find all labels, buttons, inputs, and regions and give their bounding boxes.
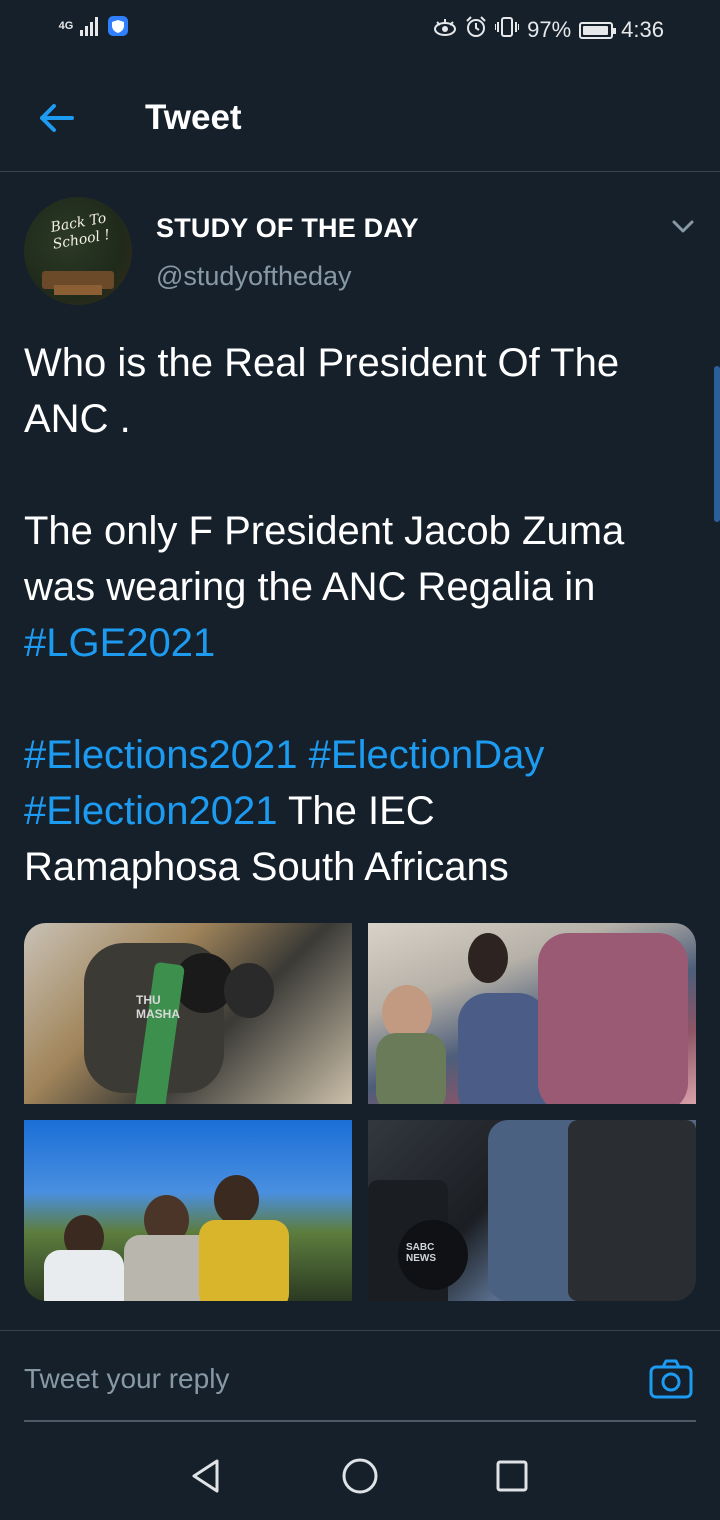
tweet-text-segment: Who is the Real President Of The xyxy=(24,341,620,385)
clock: 4:36 xyxy=(621,17,664,42)
camera-button[interactable] xyxy=(648,1357,694,1403)
tweet-text-segment: Ramaphosa South Africans xyxy=(24,845,509,889)
eye-icon xyxy=(433,17,457,43)
reply-bar: Tweet your reply xyxy=(0,1331,720,1423)
tweet-text-segment: ANC . xyxy=(24,397,131,441)
hashtag-link[interactable]: #LGE2021 xyxy=(24,621,215,665)
media-overlay-text: THU MASHA xyxy=(136,993,180,1021)
status-left: 4G xyxy=(58,16,128,36)
tweet-text-segment xyxy=(298,733,309,777)
scrollbar[interactable] xyxy=(714,366,720,522)
network-type: 4G xyxy=(58,20,74,32)
nav-back-button[interactable] xyxy=(184,1454,228,1498)
media-overlay-text: SABC NEWS xyxy=(406,1242,436,1264)
tweet-text-segment: was wearing the ANC Regalia in xyxy=(24,565,596,609)
battery-percent: 97% xyxy=(527,17,572,42)
tweet-text-line xyxy=(24,671,696,727)
tweet-text-line: Who is the Real President Of The xyxy=(24,335,696,391)
camera-icon xyxy=(649,1359,693,1399)
reply-input[interactable]: Tweet your reply xyxy=(24,1359,624,1399)
media-photo-3[interactable] xyxy=(24,1120,352,1301)
tweet-text-line: #Election2021 The IEC xyxy=(24,783,696,839)
circle-home-icon xyxy=(342,1458,378,1494)
status-bar: 4G 97% 4:36 xyxy=(0,0,720,62)
tweet-text-line: #LGE2021 xyxy=(24,615,696,671)
nav-home-button[interactable] xyxy=(338,1454,382,1498)
shield-icon xyxy=(108,16,128,36)
square-recents-icon xyxy=(496,1460,528,1492)
nav-recents-button[interactable] xyxy=(490,1454,534,1498)
user-handle[interactable]: @studyoftheday xyxy=(156,261,352,292)
tweet-text-line xyxy=(24,447,696,503)
alarm-icon xyxy=(465,16,487,44)
avatar-desk-front xyxy=(54,285,102,295)
page-title: Tweet xyxy=(145,98,242,137)
back-arrow-icon xyxy=(40,104,74,132)
battery-icon xyxy=(579,21,617,39)
media-photo-2[interactable] xyxy=(368,923,696,1104)
system-nav-bar xyxy=(0,1430,720,1520)
tweet-text-segment: The IEC xyxy=(277,789,435,833)
media-photo-1[interactable]: THU MASHA xyxy=(24,923,352,1104)
status-right: 97% 4:36 xyxy=(433,16,664,44)
tweet-text-line: The only F President Jacob Zuma xyxy=(24,503,696,559)
tweet-text-line: was wearing the ANC Regalia in xyxy=(24,559,696,615)
tweet-text-line: Ramaphosa South Africans xyxy=(24,839,696,895)
hashtag-link[interactable]: #Elections2021 xyxy=(24,733,298,777)
hashtag-link[interactable]: #Election2021 xyxy=(24,789,278,833)
app-header: Tweet xyxy=(0,62,720,172)
media-photo-4[interactable]: SABC NEWS xyxy=(368,1120,696,1301)
media-grid: THU MASHA SABC NEWS xyxy=(24,923,696,1301)
more-options-button[interactable] xyxy=(668,215,698,239)
tweet-text-line: ANC . xyxy=(24,391,696,447)
display-name[interactable]: STUDY OF THE DAY xyxy=(156,213,419,244)
tweet-text-line: #Elections2021 #ElectionDay xyxy=(24,727,696,783)
avatar-text: Back To School ! xyxy=(49,210,112,253)
signal-icon xyxy=(80,16,98,36)
avatar[interactable]: Back To School ! xyxy=(24,197,132,305)
tweet-text: Who is the Real President Of The ANC . The… xyxy=(24,335,696,895)
tweet-text-segment: The only F President Jacob Zuma xyxy=(24,509,625,553)
battery-fill xyxy=(583,25,609,35)
chevron-down-icon xyxy=(672,220,694,233)
vibrate-icon xyxy=(494,16,521,44)
reply-underline xyxy=(24,1420,696,1422)
triangle-back-icon xyxy=(192,1459,219,1493)
back-button[interactable] xyxy=(32,98,80,138)
hashtag-link[interactable]: #ElectionDay xyxy=(309,733,545,777)
